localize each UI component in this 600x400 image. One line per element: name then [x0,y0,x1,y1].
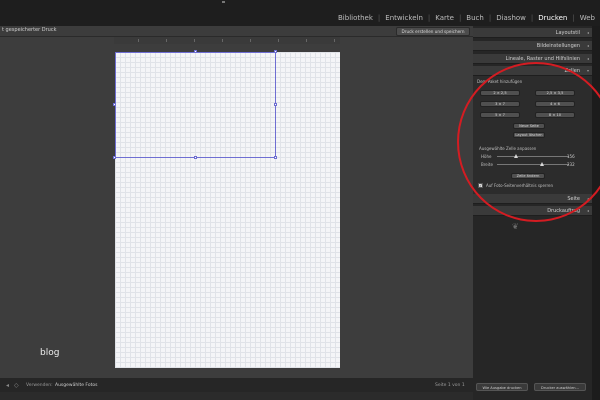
module-develop[interactable]: Entwickeln [380,14,428,22]
top-ruler [114,37,340,44]
panel-layoutstil[interactable]: Layoutstil ◂ [473,28,592,38]
source-label: Verwenden: [26,383,53,388]
watermark-text: blog [40,348,60,358]
collapse-icon: ◂ [586,43,589,48]
module-web[interactable]: Web [575,14,600,22]
panel-end-ornament: ❦ [512,222,519,231]
page-indicator: Seite 1 von 1 [435,383,465,388]
grid-view-icon[interactable]: ◂ [6,382,9,389]
height-value[interactable]: 156 [567,154,575,159]
cell-handle-bottom-left[interactable] [113,156,116,159]
module-picker: Bibliothek | Entwickeln | Karte | Buch | Dia… [333,12,600,24]
panel-seite[interactable]: Seite ◂ [473,194,592,204]
zellen-panel-body: Dem Paket hinzufügen 2 × 2,5 2,5 × 3,5 3… [473,76,592,194]
lock-aspect-checkbox[interactable]: ✓ [478,183,483,188]
document-title: t gespeicherter Druck [2,27,57,33]
right-edge-strip [592,26,600,400]
width-slider-knob[interactable] [540,162,544,166]
document-bar: t gespeicherter Druck Druck erstellen un… [0,26,473,37]
collapse-icon: ◂ [586,30,589,35]
rotate-icon[interactable]: ◇ [14,382,19,389]
selected-cell-caption: Ausgewählte Zelle anpassen [479,146,537,151]
source-selector[interactable]: Ausgewählte Fotos [55,383,97,388]
cell-handle-right-middle[interactable] [274,103,277,106]
top-handle[interactable] [222,1,225,3]
top-bar: Bibliothek | Entwickeln | Karte | Buch | Dia… [0,0,600,26]
module-book[interactable]: Buch [461,14,489,22]
printer-button[interactable]: Drucker auswählen... [534,383,586,391]
size-button-2[interactable]: 2,5 × 3,5 [535,90,575,96]
bottom-toolbar: ◂ ◇ Verwenden: Ausgewählte Fotos Seite 1… [0,378,473,392]
collapse-icon: ◂ [586,208,589,213]
height-label: Höhe [481,154,492,159]
panel-lineale[interactable]: Lineale, Raster und Hilfslinien ◂ [473,54,592,64]
size-button-6[interactable]: 8 × 10 [535,112,575,118]
cell-handle-left-middle[interactable] [113,103,116,106]
cell-handle-bottom-middle[interactable] [194,156,197,159]
size-button-4[interactable]: 4 × 6 [535,101,575,107]
module-print[interactable]: Drucken [533,14,572,22]
size-button-3[interactable]: 3 × 7 [480,101,520,107]
add-to-package-caption: Dem Paket hinzufügen [477,79,523,84]
width-label: Breite [481,162,493,167]
panel-druckauftrag[interactable]: Druckauftrag ◂ [473,206,592,216]
height-slider-track[interactable] [497,156,569,157]
create-saved-print-button[interactable]: Druck erstellen und speichern [396,27,470,36]
new-page-button[interactable]: Neue Seite [513,123,545,129]
module-slideshow[interactable]: Diashow [491,14,531,22]
width-value[interactable]: 232 [567,162,575,167]
print-settings-button[interactable]: Wie Ausgabe drucken [476,383,528,391]
cell-handle-bottom-right[interactable] [274,156,277,159]
collapse-icon: ◂ [586,196,589,201]
selected-cell[interactable] [115,52,276,158]
cell-handle-top-middle[interactable] [194,50,197,53]
width-slider-track[interactable] [497,164,569,165]
lock-aspect-label: Auf Foto-Seitenverhältnis sperren [486,183,554,188]
height-slider-knob[interactable] [514,154,518,158]
panel-zellen[interactable]: Zellen ▾ [473,66,592,76]
collapse-icon: ◂ [586,56,589,61]
module-map[interactable]: Karte [430,14,459,22]
size-button-5[interactable]: 5 × 7 [480,112,520,118]
expand-icon: ▾ [586,68,589,73]
edit-cell-button[interactable]: Zelle ändern [511,173,545,179]
size-button-1[interactable]: 2 × 2,5 [480,90,520,96]
cell-handle-top-right[interactable] [274,50,277,53]
panel-bildeinstellungen[interactable]: Bildeinstellungen ◂ [473,41,592,51]
module-library[interactable]: Bibliothek [333,14,378,22]
clear-layout-button[interactable]: Layout löschen [513,132,545,138]
